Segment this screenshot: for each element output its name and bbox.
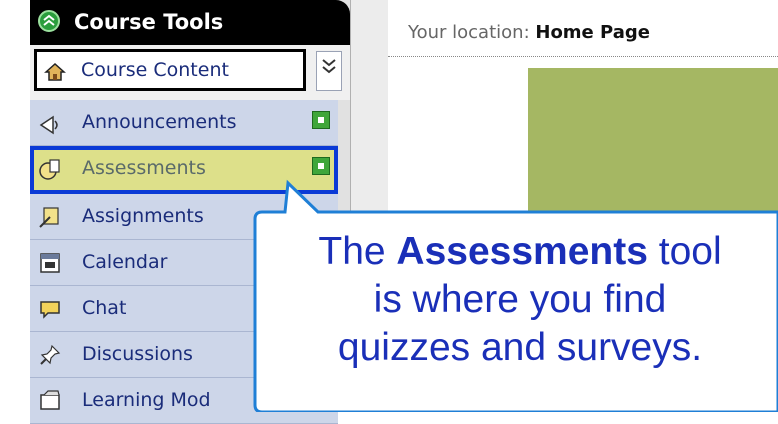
- callout-text: The Assessments tool is where you find q…: [270, 228, 770, 372]
- callout-line-1: The Assessments tool: [318, 230, 722, 273]
- callout-line-3: quizzes and surveys.: [337, 326, 703, 369]
- callout-line-2: is where you find: [373, 278, 667, 321]
